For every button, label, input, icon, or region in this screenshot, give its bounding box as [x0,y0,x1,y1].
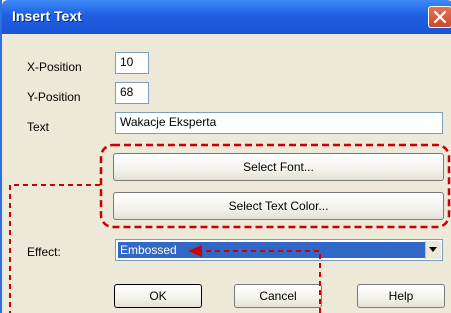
effect-label: Effect: [27,245,61,259]
cancel-button[interactable]: Cancel [234,284,322,308]
title-bar[interactable]: Insert Text [2,0,451,34]
y-position-field[interactable]: 68 [115,82,149,104]
close-icon [434,11,446,23]
ok-button[interactable]: OK [114,284,202,308]
select-text-color-button[interactable]: Select Text Color... [113,192,444,220]
dropdown-arrow-button[interactable] [425,241,441,259]
effect-dropdown[interactable]: Embossed [115,239,443,261]
text-label: Text [27,120,50,134]
select-font-button[interactable]: Select Font... [113,153,444,181]
close-button[interactable] [428,6,451,28]
x-position-field[interactable]: 10 [115,52,149,74]
y-position-label: Y-Position [27,90,81,104]
text-field[interactable]: Wakacje Eksperta [115,112,443,134]
x-position-label: X-Position [27,60,82,74]
dialog-title: Insert Text [12,8,82,24]
help-button[interactable]: Help [357,284,445,308]
insert-text-dialog: Insert Text X-Position 10 Y-Position 68 … [0,0,451,313]
chevron-down-icon [429,247,437,252]
effect-selected-value: Embossed [118,242,426,258]
